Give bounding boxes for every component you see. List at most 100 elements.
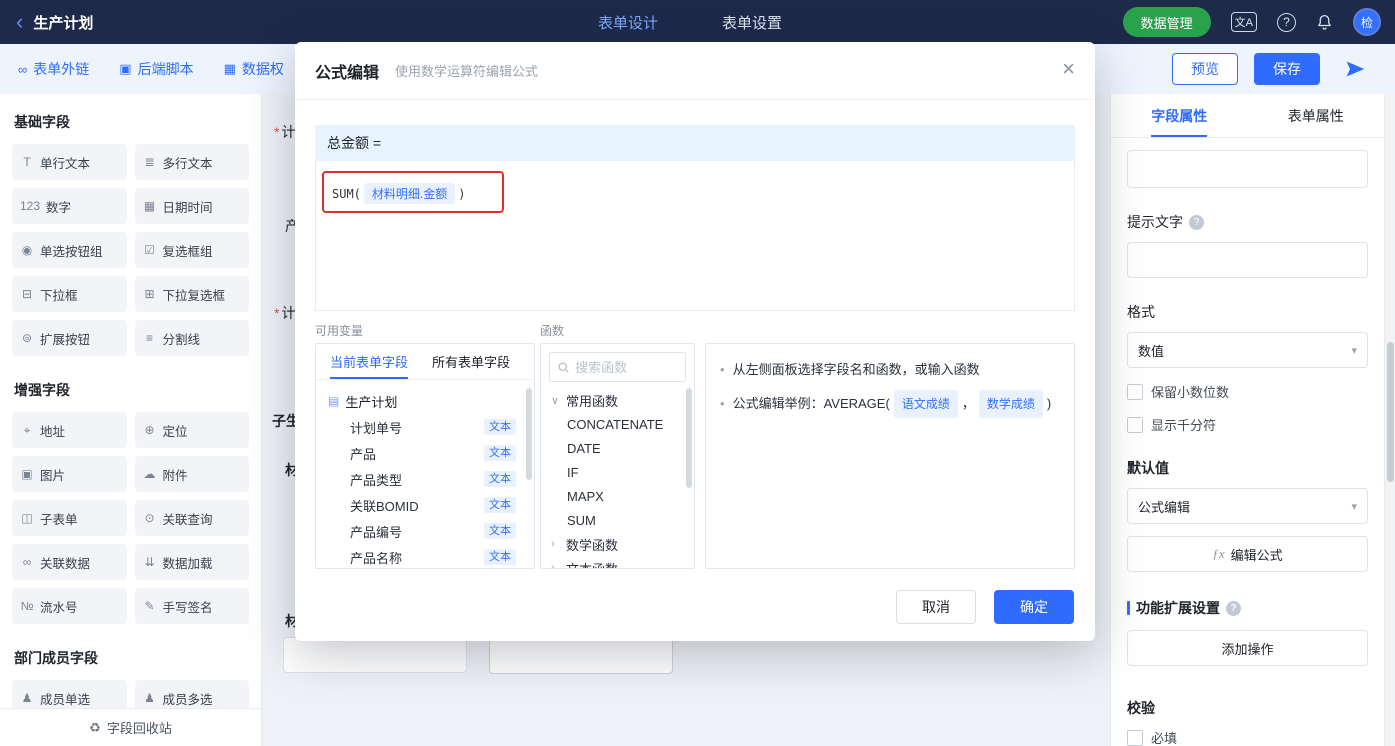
palette-item-data-load[interactable]: ⇊ 数据加载 xyxy=(134,544,249,580)
save-button[interactable]: 保存 xyxy=(1254,53,1320,85)
variable-row[interactable]: 关联BOMID 文本 xyxy=(324,492,528,518)
required-checkbox[interactable]: 必填 xyxy=(1127,728,1368,746)
function-item[interactable]: MAPX xyxy=(541,484,694,508)
palette-item-attachment[interactable]: ☁ 附件 xyxy=(134,456,249,492)
function-group-common[interactable]: ∨ 常用函数 xyxy=(541,388,694,412)
hint-help-icon[interactable]: ? xyxy=(1189,214,1204,230)
function-item[interactable]: SUM xyxy=(541,508,694,532)
tab-field-properties[interactable]: 字段属性 xyxy=(1111,94,1248,137)
related-data-icon: ∞ xyxy=(22,555,32,569)
hint-text-input[interactable] xyxy=(1127,242,1368,278)
palette-item-label: 成员单选 xyxy=(40,692,91,707)
share-icon[interactable] xyxy=(1345,59,1365,79)
data-manage-button[interactable]: 数据管理 xyxy=(1122,7,1211,37)
example-prefix: 公式编辑举例：AVERAGE( xyxy=(732,396,890,411)
edit-formula-button[interactable]: ƒx 编辑公式 xyxy=(1127,536,1368,572)
close-icon[interactable]: × xyxy=(1062,58,1075,80)
form-external-link-button[interactable]: ∞ 表单外链 xyxy=(18,59,89,79)
tab-current-form-fields[interactable]: 当前表单字段 xyxy=(320,344,418,379)
tab-form-properties[interactable]: 表单属性 xyxy=(1248,94,1385,137)
data-permission-icon: ▦ xyxy=(223,61,236,76)
tab-form-settings[interactable]: 表单设置 xyxy=(722,12,782,33)
palette-item-extend-button[interactable]: ⊜ 扩展按钮 xyxy=(12,320,127,356)
palette-item-location[interactable]: ⊕ 定位 xyxy=(134,412,249,448)
scrollbar-thumb[interactable] xyxy=(1387,342,1394,482)
palette-item-subform[interactable]: ◫ 子表单 xyxy=(12,500,127,536)
palette-item-label: 地址 xyxy=(40,424,66,439)
avatar[interactable]: 检 xyxy=(1353,8,1381,36)
palette-item-single-line-text[interactable]: T 单行文本 xyxy=(12,144,127,180)
field-recycle-bin[interactable]: ♻ 字段回收站 xyxy=(0,708,261,746)
palette-item-number[interactable]: 123 数字 xyxy=(12,188,127,224)
thousand-separator-checkbox[interactable]: 显示千分符 xyxy=(1127,415,1368,434)
function-item[interactable]: CONCATENATE xyxy=(541,412,694,436)
palette-item-multi-line-text[interactable]: ≣ 多行文本 xyxy=(134,144,249,180)
functions-scrollbar[interactable] xyxy=(686,388,692,488)
chevron-down-icon: ▾ xyxy=(1351,344,1357,357)
toolbar-item-label: 后端脚本 xyxy=(137,61,194,77)
variable-name: 计划单号 xyxy=(350,420,403,436)
format-select[interactable]: 数值 ▾ xyxy=(1127,332,1368,368)
preview-button[interactable]: 预览 xyxy=(1172,53,1238,85)
palette-item-related-query[interactable]: ⊙ 关联查询 xyxy=(134,500,249,536)
default-value-label-text: 默认值 xyxy=(1127,460,1169,476)
palette-item-radio-group[interactable]: ◉ 单选按钮组 xyxy=(12,232,127,268)
field-title-input[interactable] xyxy=(1127,150,1368,188)
hint-text-label-text: 提示文字 xyxy=(1127,214,1183,230)
palette-item-checkbox-group[interactable]: ☑ 复选框组 xyxy=(134,232,249,268)
palette-item-dropdown-multiselect[interactable]: ⊞ 下拉复选框 xyxy=(134,276,249,312)
palette-item-image[interactable]: ▣ 图片 xyxy=(12,456,127,492)
variable-type-badge: 文本 xyxy=(484,497,516,513)
cancel-button[interactable]: 取消 xyxy=(896,590,976,624)
extension-help-icon[interactable]: ? xyxy=(1226,600,1241,616)
variables-scrollbar[interactable] xyxy=(526,388,532,480)
palette-item-related-data[interactable]: ∞ 关联数据 xyxy=(12,544,127,580)
notification-bell-icon[interactable] xyxy=(1316,13,1333,31)
function-item[interactable]: IF xyxy=(541,460,694,484)
palette-item-label: 单行文本 xyxy=(40,156,91,171)
formula-input-area[interactable]: SUM( 材料明细.金额 ) xyxy=(315,161,1075,311)
help-icon[interactable]: ? xyxy=(1277,12,1296,32)
data-permission-button[interactable]: ▦ 数据权 xyxy=(224,59,284,79)
palette-item-dropdown[interactable]: ⊟ 下拉框 xyxy=(12,276,127,312)
function-search-input[interactable] xyxy=(575,359,677,375)
variable-row[interactable]: 产品名称 文本 xyxy=(324,544,528,568)
variable-row[interactable]: 产品编号 文本 xyxy=(324,518,528,544)
variable-row[interactable]: 产品 文本 xyxy=(324,440,528,466)
default-value-select[interactable]: 公式编辑 ▾ xyxy=(1127,488,1368,524)
toolbar-item-label: 表单外链 xyxy=(33,61,90,77)
script-icon: ▣ xyxy=(119,61,132,76)
function-group-math[interactable]: › 数学函数 xyxy=(541,532,694,556)
add-action-button[interactable]: 添加操作 xyxy=(1127,630,1368,666)
palette-item-divider[interactable]: ≡ 分割线 xyxy=(134,320,249,356)
variable-row[interactable]: 计划单号 文本 xyxy=(324,414,528,440)
keep-decimal-places-checkbox[interactable]: 保留小数位数 xyxy=(1127,382,1368,401)
back-button[interactable]: ‹ xyxy=(16,11,23,33)
confirm-button[interactable]: 确定 xyxy=(994,590,1074,624)
palette-item-signature[interactable]: ✎ 手写签名 xyxy=(134,588,249,624)
field-reference-chip[interactable]: 材料明细.金额 xyxy=(363,183,456,204)
function-group-text[interactable]: › 文本函数 xyxy=(541,556,694,569)
language-icon[interactable]: 文A xyxy=(1230,12,1257,32)
tab-all-form-fields[interactable]: 所有表单字段 xyxy=(422,344,520,379)
function-item[interactable]: DATE xyxy=(541,436,694,460)
form-root-node[interactable]: ▤ 生产计划 xyxy=(324,388,528,414)
page-scrollbar[interactable] xyxy=(1384,94,1395,746)
variable-row[interactable]: 产品类型 文本 xyxy=(324,466,528,492)
checkbox-box xyxy=(1127,416,1143,433)
palette-item-datetime[interactable]: ▦ 日期时间 xyxy=(134,188,249,224)
formula-editor: 总金额 = SUM( 材料明细.金额 ) xyxy=(315,125,1075,311)
backend-script-button[interactable]: ▣ 后端脚本 xyxy=(119,59,193,79)
recycle-label: 字段回收站 xyxy=(106,721,172,736)
chevron-collapsed-icon: › xyxy=(551,538,555,550)
chevron-down-icon: ▾ xyxy=(1351,500,1357,513)
add-action-button-label: 添加操作 xyxy=(1221,641,1274,657)
canvas-input-field[interactable] xyxy=(283,637,467,673)
palette-item-label: 下拉框 xyxy=(40,288,78,303)
palette-item-serial-number[interactable]: № 流水号 xyxy=(12,588,127,624)
recycle-icon: ♻ xyxy=(89,719,101,735)
palette-item-address[interactable]: ⌖ 地址 xyxy=(12,412,127,448)
page-title: 生产计划 xyxy=(33,14,94,32)
palette-item-label: 单选按钮组 xyxy=(40,244,103,259)
tab-form-design[interactable]: 表单设计 xyxy=(598,12,658,33)
